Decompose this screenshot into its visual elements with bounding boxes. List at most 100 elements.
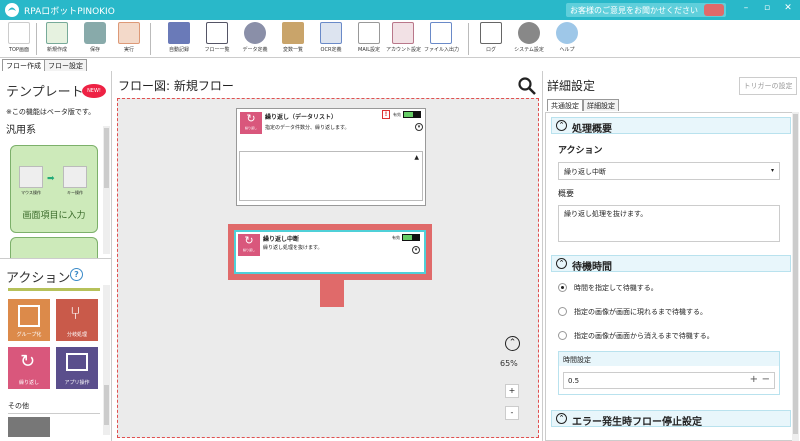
file-io-label: ファイル入出力 xyxy=(424,47,460,53)
ocr-label: OCR定義 xyxy=(320,47,342,53)
ocr-icon xyxy=(320,22,342,44)
radio-wait-disappear-label: 指定の画像が画面から消えるまで待機する。 xyxy=(574,332,714,340)
other-action[interactable] xyxy=(8,417,50,437)
minus-button[interactable]: − xyxy=(762,374,770,385)
auto-record-label: 自動記録 xyxy=(168,47,189,53)
action-select-value: 繰り返し中断 xyxy=(564,168,606,176)
arrow-right-icon: ➡ xyxy=(47,174,55,184)
search-icon[interactable] xyxy=(518,77,536,95)
account-icon xyxy=(392,22,414,44)
auto-record-button[interactable]: 自動記録 xyxy=(162,22,196,56)
node1-expand-icon[interactable]: ▾ xyxy=(415,123,423,131)
feedback-button[interactable]: お客様のご意見をお聞かせください xyxy=(566,3,726,17)
hand-icon xyxy=(704,4,724,16)
file-io-icon xyxy=(430,22,452,44)
run-icon xyxy=(118,22,140,44)
loop-action[interactable]: ↻ 繰り返し xyxy=(8,347,50,389)
detail-panel: 詳細設定 トリガーの設定 共通設定 詳細設定 ⌃ 処理概要 アクション 繰り返し中… xyxy=(542,71,800,441)
log-button[interactable]: ログ xyxy=(474,22,508,56)
mail-button[interactable]: MAIL設定 xyxy=(352,22,386,56)
keyboard-icon xyxy=(63,166,87,188)
file-io-button[interactable]: ファイル入出力 xyxy=(424,22,460,56)
section-wait[interactable]: ⌃ 待機時間 xyxy=(551,255,791,273)
run-button[interactable]: 実行 xyxy=(112,22,146,56)
variables-button[interactable]: 変数一覧 xyxy=(276,22,310,56)
action-scrollbar[interactable] xyxy=(103,285,110,435)
data-def-button[interactable]: データ定義 xyxy=(238,22,272,56)
top-page-button[interactable]: TOP画面 xyxy=(2,22,36,56)
toolbar: TOP画面 新規作成 保存 実行 自動記録 フロー一覧 データ定義 変数一覧 O… xyxy=(0,20,800,58)
action-help-icon[interactable]: ? xyxy=(70,268,83,281)
branch-action[interactable]: ⑂ 分岐処理 xyxy=(56,299,98,341)
template-scrollbar[interactable] xyxy=(103,126,110,254)
flow-node-loop-datalist[interactable]: ↻ 繰り返し 繰り返し（データリスト） 指定のデータ件数分、繰り返します。 ! 有… xyxy=(236,108,426,206)
save-button[interactable]: 保存 xyxy=(78,22,112,56)
action-label: アクション xyxy=(558,146,603,156)
loop-icon: ↻ xyxy=(20,351,36,372)
new-file-icon xyxy=(46,22,68,44)
node1-scroll-up-icon[interactable]: ▲ xyxy=(414,154,419,161)
collapse-icon: ⌃ xyxy=(556,258,567,269)
feedback-label: お客様のご意見をお聞かせください xyxy=(570,6,698,15)
chevron-down-icon: ▾ xyxy=(770,167,774,174)
action-divider xyxy=(8,288,100,291)
radio-wait-time[interactable] xyxy=(558,283,567,292)
new-button[interactable]: 新規作成 xyxy=(40,22,74,56)
branch-label: 分岐処理 xyxy=(66,332,87,338)
selected-node-frame: ↻ 繰り返し 繰り返し中断 繰り返し処理を抜けます。 有効 ▾ xyxy=(228,224,432,280)
flow-node-loop-break[interactable]: ↻ 繰り返し 繰り返し中断 繰り返し処理を抜けます。 有効 ▾ xyxy=(234,230,426,274)
node1-valid-label: 有効 xyxy=(393,112,401,117)
tab-common-settings[interactable]: 共通設定 xyxy=(547,99,583,111)
zoom-out-button[interactable]: - xyxy=(505,406,519,420)
close-button[interactable]: ✕ xyxy=(779,3,797,13)
radio-wait-appear[interactable] xyxy=(558,307,567,316)
left-panel: テンプレート NEW! ※この機能はベータ版です。 汎用系 マウス操作 ➡ キー… xyxy=(0,71,112,441)
help-button[interactable]: ヘルプ xyxy=(550,22,584,56)
title-bar: RPAロボットPINOKIO お客様のご意見をお聞かせください – ▫ ✕ xyxy=(0,0,800,20)
group-action[interactable]: グループ化 xyxy=(8,299,50,341)
trigger-button[interactable]: トリガーの設定 xyxy=(739,77,797,95)
template-card[interactable]: マウス操作 ➡ キー操作 画面項目に入力 xyxy=(10,145,98,233)
template-card-2[interactable] xyxy=(10,237,98,259)
zoom-in-button[interactable]: + xyxy=(505,384,519,398)
zoom-level: 65% xyxy=(500,359,518,368)
tab-flow-settings[interactable]: フロー設定 xyxy=(44,59,87,71)
run-label: 実行 xyxy=(123,47,134,53)
account-button[interactable]: アカウント設定 xyxy=(386,22,422,56)
node2-toggle[interactable] xyxy=(402,234,420,241)
warning-icon: ! xyxy=(382,110,390,119)
radio-wait-time-label: 時間を指定して待機する。 xyxy=(574,284,658,292)
save-label: 保存 xyxy=(89,47,100,53)
time-setting-label: 時間設定 xyxy=(559,352,779,366)
section-overview[interactable]: ⌃ 処理概要 xyxy=(551,117,791,135)
summary-textarea[interactable]: 繰り返し処理を抜けます。 xyxy=(558,205,780,242)
system-settings-button[interactable]: システム設定 xyxy=(512,22,546,56)
account-label: アカウント設定 xyxy=(386,47,422,53)
app-action[interactable]: アプリ操作 xyxy=(56,347,98,389)
time-input[interactable]: 0.5 + − xyxy=(563,372,775,389)
node2-expand-icon[interactable]: ▾ xyxy=(412,246,420,254)
beta-note: ※この機能はベータ版です。 xyxy=(6,108,96,116)
new-badge: NEW! xyxy=(82,84,106,98)
section-error-stop[interactable]: ⌃ エラー発生時フロー停止設定 xyxy=(551,410,791,428)
node1-desc: 指定のデータ件数分、繰り返します。 xyxy=(265,125,350,131)
tab-detail-settings[interactable]: 詳細設定 xyxy=(583,99,619,111)
flow-list-button[interactable]: フロー一覧 xyxy=(200,22,234,56)
loop-node-icon: ↻ 繰り返し xyxy=(240,112,262,134)
app-logo-icon xyxy=(5,3,19,17)
maximize-button[interactable]: ▫ xyxy=(758,3,776,13)
minimize-button[interactable]: – xyxy=(737,3,755,13)
film-icon xyxy=(168,22,190,44)
scroll-up-icon[interactable]: ⌃ xyxy=(505,336,520,351)
flow-canvas[interactable]: ↻ 繰り返し 繰り返し（データリスト） 指定のデータ件数分、繰り返します。 ! 有… xyxy=(117,98,539,438)
tab-flow-create[interactable]: フロー作成 xyxy=(2,59,45,71)
node1-toggle[interactable] xyxy=(403,111,421,118)
detail-scrollbar[interactable] xyxy=(792,112,799,441)
template-card-label: 画面項目に入力 xyxy=(22,211,86,221)
help-label: ヘルプ xyxy=(559,47,575,53)
radio-wait-disappear[interactable] xyxy=(558,331,567,340)
plus-button[interactable]: + xyxy=(750,374,758,385)
action-select[interactable]: 繰り返し中断 ▾ xyxy=(558,162,780,180)
data-def-label: データ定義 xyxy=(242,47,268,53)
ocr-button[interactable]: OCR定義 xyxy=(314,22,348,56)
